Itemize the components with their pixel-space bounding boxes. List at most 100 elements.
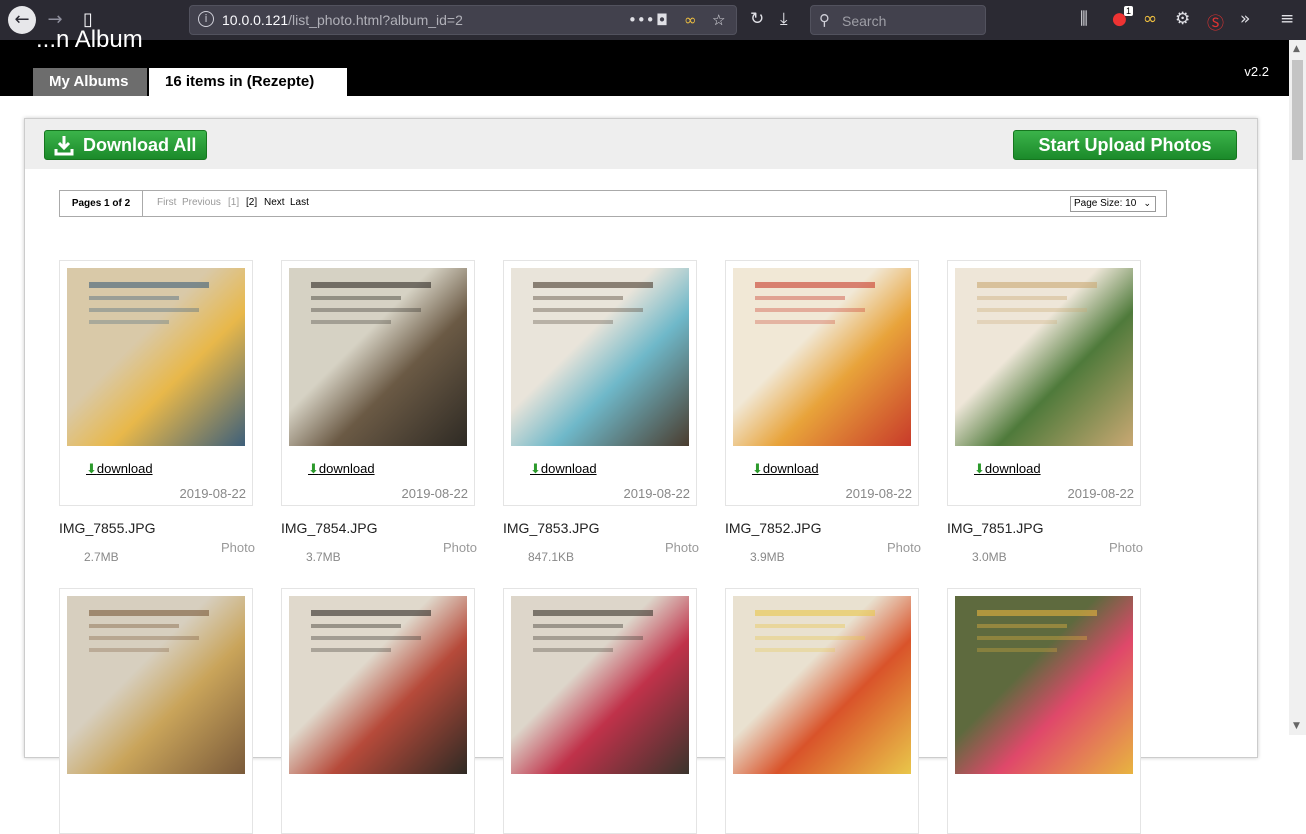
photo-type: Photo (443, 540, 477, 555)
photo-download-link[interactable]: ⬇download (530, 461, 597, 477)
photo-card (947, 588, 1141, 834)
url-text[interactable]: 10.0.0.121/list_photo.html?album_id=2 (222, 12, 463, 28)
search-icon: ⚲ (819, 11, 830, 29)
photo-thumbnail[interactable] (733, 596, 911, 774)
search-box[interactable]: ⚲ Search (810, 5, 986, 35)
download-icon[interactable]: ⤓ (780, 9, 788, 29)
gear-icon[interactable]: ⚙ (1175, 9, 1190, 29)
photo-thumbnail[interactable] (289, 268, 467, 446)
photo-thumbnail[interactable] (733, 268, 911, 446)
photo-size: 2.7MB (84, 550, 119, 564)
back-icon[interactable]: ← (8, 6, 36, 34)
photo-download-link[interactable]: ⬇download (86, 461, 153, 477)
photo-card: ⬇download 2019-08-22 (947, 260, 1141, 506)
download-arrow-icon (54, 136, 74, 156)
photo-size: 3.7MB (306, 550, 341, 564)
download-all-button[interactable]: Download All (44, 130, 207, 160)
url-bar[interactable]: i 10.0.0.121/list_photo.html?album_id=2 … (189, 5, 737, 35)
photo-card (503, 588, 697, 834)
download-all-label: Download All (83, 135, 197, 155)
extension-icon[interactable]: ∞ (684, 11, 697, 29)
info-icon[interactable]: i (198, 11, 214, 27)
download-label: download (96, 461, 153, 476)
photo-card (59, 588, 253, 834)
search-input[interactable]: Search (842, 13, 886, 29)
chevron-down-icon: ⌄ (1143, 199, 1151, 209)
pager-page-2[interactable]: [2] (246, 197, 257, 208)
start-upload-button[interactable]: Start Upload Photos (1013, 130, 1237, 160)
mask-addon-icon[interactable]: ∞ (1143, 9, 1157, 29)
reload-icon[interactable]: ↻ (750, 9, 764, 29)
tab-current-album[interactable]: 16 items in (Rezepte) (149, 68, 347, 96)
photo-thumbnail[interactable] (67, 596, 245, 774)
addon-badge: 1 (1124, 6, 1134, 16)
photo-size: 3.0MB (972, 550, 1007, 564)
photo-type: Photo (887, 540, 921, 555)
pager-next[interactable]: Next (264, 197, 285, 208)
photo-type: Photo (1109, 540, 1143, 555)
page-count: Pages 1 of 2 (60, 191, 143, 216)
photo-card: ⬇download 2019-08-22 (59, 260, 253, 506)
photo-filename[interactable]: IMG_7851.JPG (947, 520, 1044, 536)
download-label: download (540, 461, 597, 476)
pocket-icon[interactable]: ◘ (656, 11, 668, 29)
version-label: v2.2 (1244, 64, 1269, 79)
photo-thumbnail[interactable] (67, 268, 245, 446)
photo-filename[interactable]: IMG_7853.JPG (503, 520, 600, 536)
pager-first[interactable]: First (157, 197, 176, 208)
photo-thumbnail[interactable] (955, 268, 1133, 446)
photo-filename[interactable]: IMG_7852.JPG (725, 520, 822, 536)
photo-date: 2019-08-22 (1067, 486, 1135, 501)
menu-icon[interactable]: ≡ (1280, 9, 1294, 29)
bookmark-star-icon[interactable]: ☆ (712, 11, 725, 29)
photo-size: 847.1KB (528, 550, 575, 564)
library-icon[interactable]: ⫼ (1080, 9, 1088, 29)
page-actions-icon[interactable]: ••• (628, 11, 655, 29)
photo-download-link[interactable]: ⬇download (752, 461, 819, 477)
scroll-down-icon[interactable]: ▼ (1293, 721, 1300, 731)
photo-card: ⬇download 2019-08-22 (503, 260, 697, 506)
photo-type: Photo (665, 540, 699, 555)
photo-thumbnail[interactable] (511, 268, 689, 446)
overflow-icon[interactable]: » (1240, 9, 1250, 29)
pager-previous[interactable]: Previous (182, 197, 221, 208)
photo-date: 2019-08-22 (401, 486, 469, 501)
download-label: download (762, 461, 819, 476)
page-header: ...n Album My Albums 16 items in (Rezept… (0, 26, 1306, 96)
s-addon-icon[interactable]: Ⓢ (1207, 9, 1224, 34)
photo-card: ⬇download 2019-08-22 (281, 260, 475, 506)
download-arrow-icon: ⬇ (752, 462, 763, 477)
photo-card (725, 588, 919, 834)
photo-thumbnail[interactable] (511, 596, 689, 774)
photo-card (281, 588, 475, 834)
page-title: ...n Album (36, 26, 143, 53)
download-arrow-icon: ⬇ (530, 462, 541, 477)
download-arrow-icon: ⬇ (308, 462, 319, 477)
photo-type: Photo (221, 540, 255, 555)
photo-date: 2019-08-22 (623, 486, 691, 501)
photo-filename[interactable]: IMG_7854.JPG (281, 520, 378, 536)
page-size-select[interactable]: Page Size: 10 ⌄ (1070, 196, 1156, 212)
browser-toolbar: ← → ▯ i 10.0.0.121/list_photo.html?album… (0, 0, 1306, 40)
download-label: download (318, 461, 375, 476)
pagination: Pages 1 of 2 First Previous [1] [2] Next… (59, 190, 1167, 217)
download-label: download (984, 461, 1041, 476)
photo-download-link[interactable]: ⬇download (308, 461, 375, 477)
photo-filename[interactable]: IMG_7855.JPG (59, 520, 156, 536)
photo-date: 2019-08-22 (179, 486, 247, 501)
scrollbar[interactable]: ▲ ▼ (1289, 40, 1306, 735)
pager-last[interactable]: Last (290, 197, 309, 208)
photo-size: 3.9MB (750, 550, 785, 564)
photo-date: 2019-08-22 (845, 486, 913, 501)
download-arrow-icon: ⬇ (974, 462, 985, 477)
scrollbar-thumb[interactable] (1292, 60, 1303, 160)
download-arrow-icon: ⬇ (86, 462, 97, 477)
photo-thumbnail[interactable] (955, 596, 1133, 774)
photo-download-link[interactable]: ⬇download (974, 461, 1041, 477)
photo-card: ⬇download 2019-08-22 (725, 260, 919, 506)
tab-my-albums[interactable]: My Albums (33, 68, 147, 96)
photo-thumbnail[interactable] (289, 596, 467, 774)
pager-page-1[interactable]: [1] (228, 197, 239, 208)
action-bar: Download All Start Upload Photos (25, 119, 1257, 169)
scroll-up-icon[interactable]: ▲ (1293, 44, 1300, 54)
